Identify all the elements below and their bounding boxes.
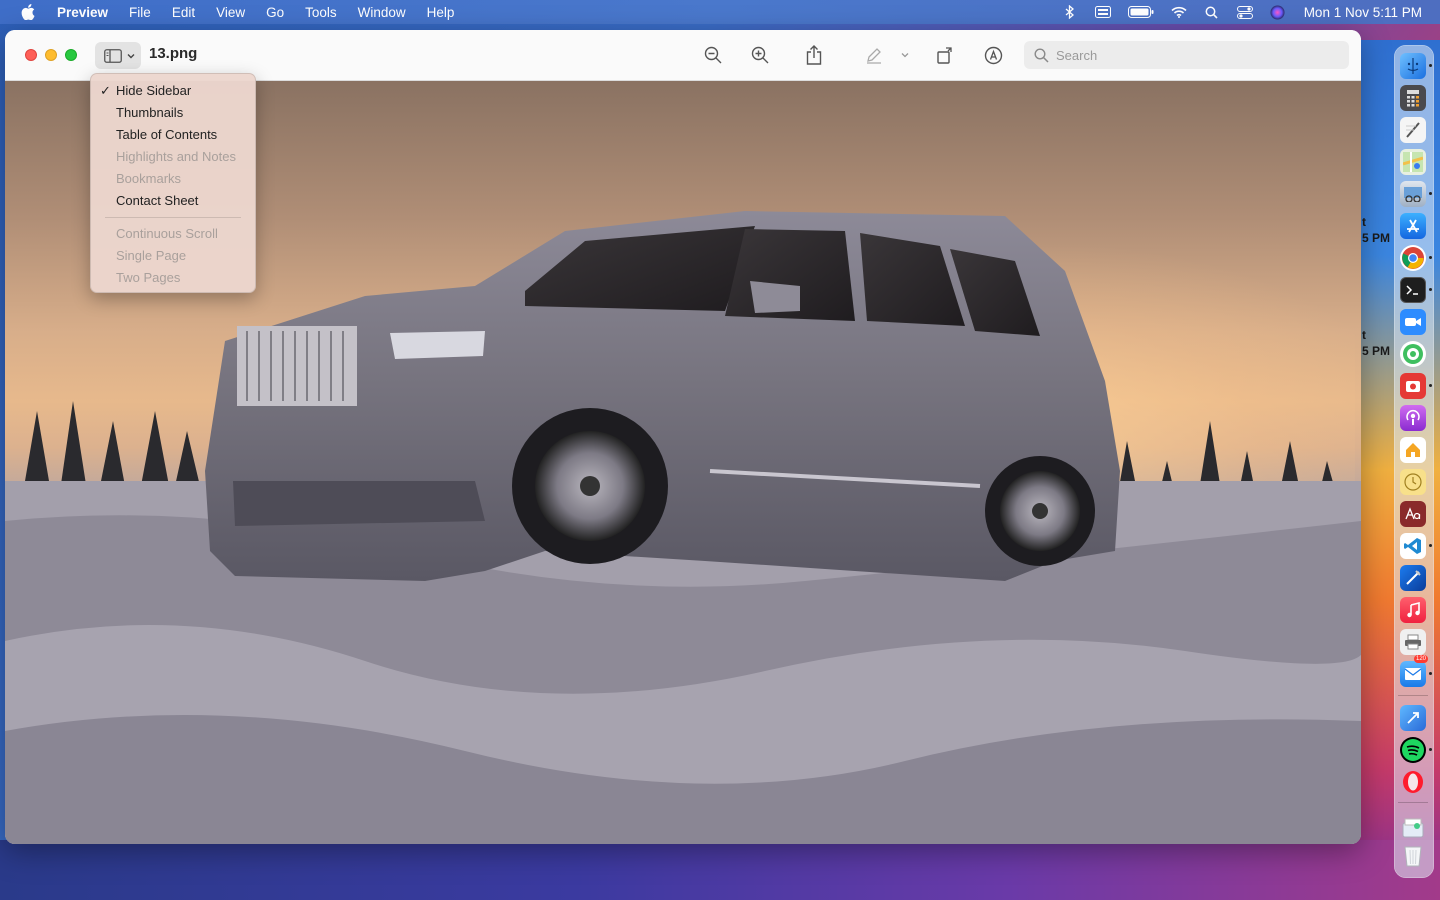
menu-item-label: Contact Sheet bbox=[116, 193, 199, 208]
input-source-icon[interactable] bbox=[1094, 5, 1111, 19]
zoom-out-icon[interactable] bbox=[702, 44, 724, 66]
control-center-icon[interactable] bbox=[1236, 5, 1253, 19]
background-window-text: t5 PM bbox=[1362, 215, 1391, 245]
siri-icon[interactable] bbox=[1270, 5, 1286, 19]
dock-separator bbox=[1398, 695, 1428, 696]
menu-file[interactable]: File bbox=[129, 5, 151, 20]
textedit-icon[interactable] bbox=[1400, 117, 1426, 143]
menu-item-hide-sidebar[interactable]: ✓ Hide Sidebar bbox=[91, 80, 255, 102]
spotify-icon[interactable] bbox=[1400, 737, 1426, 763]
menu-item-highlights-and-notes: Highlights and Notes bbox=[91, 146, 255, 168]
search-input[interactable] bbox=[1056, 47, 1336, 63]
battery-icon[interactable] bbox=[1127, 5, 1154, 19]
bluetooth-icon[interactable] bbox=[1062, 5, 1078, 19]
terminal-icon[interactable] bbox=[1400, 277, 1426, 303]
menubar-clock[interactable]: Mon 1 Nov 5:11 PM bbox=[1304, 5, 1422, 20]
calculator-icon[interactable] bbox=[1400, 85, 1426, 111]
photo-booth-icon[interactable] bbox=[1400, 373, 1426, 399]
document-title: 13.png bbox=[149, 45, 198, 62]
menu-tools[interactable]: Tools bbox=[305, 5, 337, 20]
xcode-icon[interactable] bbox=[1400, 565, 1426, 591]
menu-item-single-page: Single Page bbox=[91, 245, 255, 267]
app-store-icon[interactable] bbox=[1400, 213, 1426, 239]
mail-badge: 120 bbox=[1414, 655, 1429, 663]
photo-car bbox=[205, 211, 1120, 581]
close-button[interactable] bbox=[25, 49, 37, 61]
music-icon[interactable] bbox=[1400, 597, 1426, 623]
menu-app-name[interactable]: Preview bbox=[57, 5, 108, 20]
menu-item-label: Two Pages bbox=[116, 270, 181, 285]
maps-icon[interactable] bbox=[1400, 149, 1426, 175]
clock-app-icon[interactable] bbox=[1400, 469, 1426, 495]
chevron-down-icon bbox=[127, 53, 135, 58]
menu-item-continuous-scroll: Continuous Scroll bbox=[91, 223, 255, 245]
share-icon[interactable] bbox=[803, 44, 825, 66]
menu-window[interactable]: Window bbox=[358, 5, 406, 20]
menu-item-label: Thumbnails bbox=[116, 105, 184, 120]
trash-icon[interactable] bbox=[1400, 843, 1426, 869]
running-indicator bbox=[1429, 672, 1432, 675]
background-window-text: t5 PM bbox=[1362, 328, 1391, 358]
menu-edit[interactable]: Edit bbox=[172, 5, 195, 20]
apple-icon[interactable] bbox=[21, 4, 35, 20]
sidebar-view-menu: ✓ Hide Sidebar Thumbnails Table of Conte… bbox=[90, 73, 256, 293]
home-icon[interactable] bbox=[1400, 437, 1426, 463]
mail-icon[interactable] bbox=[1400, 661, 1426, 687]
downloads-stack-icon[interactable] bbox=[1400, 815, 1426, 841]
menu-item-label: Single Page bbox=[116, 248, 187, 263]
maximize-button[interactable] bbox=[65, 49, 77, 61]
menu-item-label: Continuous Scroll bbox=[116, 226, 218, 241]
sidebar-toggle-button[interactable] bbox=[95, 42, 141, 69]
menu-item-thumbnails[interactable]: Thumbnails bbox=[91, 102, 255, 124]
dictionary-icon[interactable] bbox=[1400, 501, 1426, 527]
chrome-icon[interactable] bbox=[1400, 245, 1426, 271]
minimize-button[interactable] bbox=[45, 49, 57, 61]
running-indicator bbox=[1429, 748, 1432, 751]
dock: 120 bbox=[1394, 45, 1434, 878]
sidebar-icon bbox=[104, 48, 122, 63]
preview-app-icon[interactable] bbox=[1400, 181, 1426, 207]
running-indicator bbox=[1429, 544, 1432, 547]
search-icon bbox=[1034, 47, 1049, 63]
wifi-icon[interactable] bbox=[1171, 5, 1187, 19]
markup-chevron-down-icon[interactable] bbox=[898, 44, 912, 66]
menu-item-label: Hide Sidebar bbox=[116, 83, 192, 98]
checkmark-icon: ✓ bbox=[100, 83, 111, 98]
running-indicator bbox=[1429, 256, 1432, 259]
menu-item-label: Bookmarks bbox=[116, 171, 182, 186]
running-indicator bbox=[1429, 192, 1432, 195]
menu-view[interactable]: View bbox=[216, 5, 245, 20]
menu-item-two-pages: Two Pages bbox=[91, 267, 255, 289]
markup-toolbar-icon[interactable] bbox=[982, 44, 1004, 66]
find-my-icon[interactable] bbox=[1400, 341, 1426, 367]
menu-help[interactable]: Help bbox=[427, 5, 455, 20]
zoom-in-icon[interactable] bbox=[749, 44, 771, 66]
running-indicator bbox=[1429, 64, 1432, 67]
running-indicator bbox=[1429, 288, 1432, 291]
zoom-icon[interactable] bbox=[1400, 309, 1426, 335]
spotlight-icon[interactable] bbox=[1204, 5, 1220, 19]
menu-separator bbox=[105, 217, 241, 218]
screen-recorder-icon[interactable] bbox=[1400, 705, 1426, 731]
menu-go[interactable]: Go bbox=[266, 5, 284, 20]
menu-item-table-of-contents[interactable]: Table of Contents bbox=[91, 124, 255, 146]
vscode-icon[interactable] bbox=[1400, 533, 1426, 559]
menu-item-bookmarks: Bookmarks bbox=[91, 168, 255, 190]
menu-bar: Preview File Edit View Go Tools Window H… bbox=[0, 0, 1440, 24]
opera-icon[interactable] bbox=[1400, 769, 1426, 795]
finder-icon[interactable] bbox=[1400, 53, 1426, 79]
menu-item-contact-sheet[interactable]: Contact Sheet bbox=[91, 190, 255, 212]
menu-item-label: Highlights and Notes bbox=[116, 149, 236, 164]
dock-separator bbox=[1398, 802, 1428, 803]
desktop-wallpaper-bottom bbox=[0, 840, 1440, 900]
podcasts-icon[interactable] bbox=[1400, 405, 1426, 431]
rotate-icon[interactable] bbox=[934, 44, 956, 66]
search-field[interactable] bbox=[1024, 41, 1349, 69]
menu-item-label: Table of Contents bbox=[116, 127, 218, 142]
markup-pen-icon[interactable] bbox=[863, 44, 885, 66]
running-indicator bbox=[1429, 384, 1432, 387]
printer-icon[interactable] bbox=[1400, 629, 1426, 655]
